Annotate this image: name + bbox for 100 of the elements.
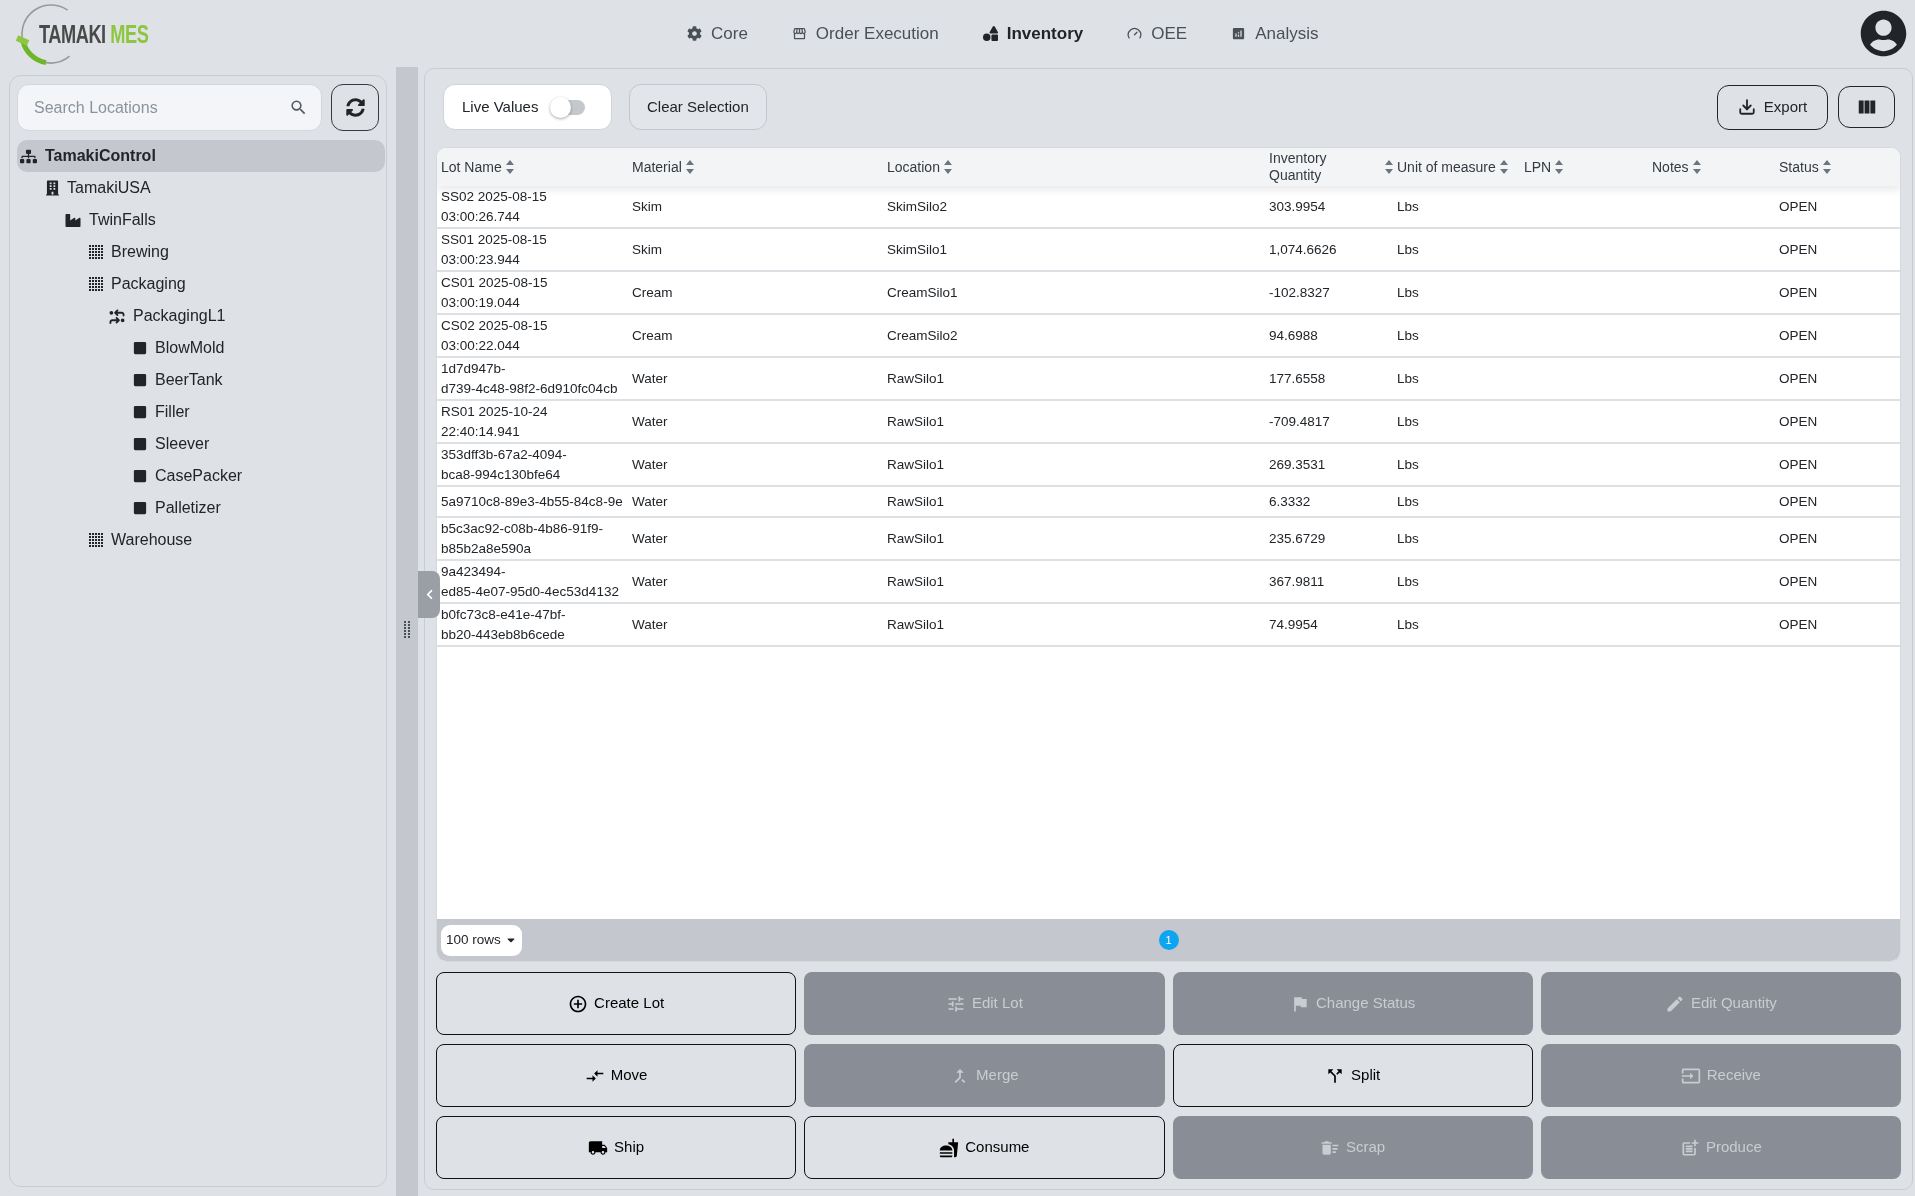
table-cell-text: 94.6988: [1268, 327, 1319, 345]
table-cell-text: Water: [631, 456, 669, 474]
table-cell-text: OPEN: [1778, 530, 1819, 548]
building-icon: [46, 180, 59, 196]
table-cell-text: Lbs: [1396, 573, 1420, 591]
table-cell-text: 367.9811: [1268, 573, 1326, 591]
table-cell-text: Water: [631, 530, 669, 548]
table-cell-text: b5c3ac92-c08b-4b86-91f9-b85b2a8e590a: [440, 520, 605, 558]
column-header[interactable]: LPN: [1524, 158, 1564, 176]
table-cell-text: OPEN: [1778, 327, 1819, 345]
tree-item[interactable]: Packaging: [17, 268, 385, 300]
tree-item[interactable]: PackagingL1: [17, 300, 385, 332]
action-button[interactable]: Ship: [436, 1116, 797, 1179]
table-cell-text: 5a9710c8-89e3-4b55-84c8-9e: [440, 493, 624, 511]
tree-item[interactable]: TamakiControl: [17, 140, 385, 172]
sort-icon: [505, 160, 514, 174]
tree-item[interactable]: BeerTank: [17, 364, 385, 396]
tree-item[interactable]: Filler: [17, 396, 385, 428]
table-cell-text: Water: [631, 616, 669, 634]
table-cell-text: RawSilo1: [886, 530, 946, 548]
nav-tab[interactable]: OEE: [1127, 20, 1188, 47]
sort-icon: [1385, 160, 1393, 174]
bar-chart-icon: [1231, 26, 1247, 41]
action-button[interactable]: Move: [436, 1044, 797, 1107]
table-cell-text: 177.6558: [1268, 370, 1327, 388]
export-button[interactable]: Export: [1717, 84, 1828, 130]
storefront-icon: [791, 26, 807, 41]
action-button[interactable]: Split: [1172, 1044, 1533, 1107]
dotted-grid-icon: [89, 533, 103, 547]
nav-tab[interactable]: Order Execution: [791, 20, 939, 47]
dotted-grid-icon: [89, 277, 103, 291]
search-icon: [289, 98, 308, 117]
sort-icon: [1499, 160, 1508, 174]
column-header[interactable]: Location: [887, 158, 952, 176]
table-cell-text: b0fc73c8-e41e-47bf-bb20-443eb8b6cede: [440, 606, 567, 644]
table-cell-text: OPEN: [1778, 493, 1819, 511]
fast-food-icon: [939, 1137, 960, 1158]
action-button[interactable]: Create Lot: [436, 972, 797, 1035]
tree-item[interactable]: Palletizer: [17, 492, 385, 524]
nav-tab[interactable]: Inventory: [982, 20, 1084, 47]
download-icon: [1737, 98, 1756, 116]
table-cell-text: OPEN: [1778, 456, 1819, 474]
tree-item[interactable]: Brewing: [17, 236, 385, 268]
column-header[interactable]: Inventory Quantity: [1269, 150, 1393, 184]
tree-item[interactable]: BlowMold: [17, 332, 385, 364]
column-header[interactable]: Status: [1779, 158, 1831, 176]
table-cell-text: OPEN: [1778, 573, 1819, 591]
collapse-tab[interactable]: [418, 571, 440, 618]
sitemap-icon: [20, 148, 37, 164]
table-cell-text: Skim: [631, 241, 663, 259]
factory-icon: [65, 212, 81, 228]
column-header[interactable]: Unit of measure: [1397, 158, 1508, 176]
nav-tab[interactable]: Core: [687, 20, 748, 47]
dotted-grid-icon: [89, 245, 103, 259]
shapes-icon: [982, 26, 998, 41]
table-cell-text: RawSilo1: [886, 456, 946, 474]
table-cell-text: Lbs: [1396, 284, 1420, 302]
tree-item[interactable]: TwinFalls: [17, 204, 385, 236]
tree-item[interactable]: TamakiUSA: [17, 172, 385, 204]
table-cell-text: Water: [631, 413, 669, 431]
table-cell-text: RawSilo1: [886, 413, 946, 431]
table-cell-text: Skim: [631, 198, 663, 216]
toggle-switch[interactable]: [551, 99, 586, 115]
table-cell-text: 269.3531: [1268, 456, 1327, 474]
sort-icon: [685, 160, 694, 174]
avatar-icon[interactable]: [1860, 10, 1907, 57]
refresh-icon: [345, 98, 365, 117]
column-header[interactable]: Material: [632, 158, 694, 176]
sort-icon: [943, 160, 952, 174]
drag-handle-icon[interactable]: [404, 621, 410, 638]
sort-icon: [1822, 160, 1831, 174]
table-cell-text: -102.8327: [1268, 284, 1331, 302]
table-cell-text: Lbs: [1396, 456, 1420, 474]
table-cell-text: OPEN: [1778, 616, 1819, 634]
clear-selection-button[interactable]: Clear Selection: [629, 84, 767, 130]
search-field[interactable]: Search Locations: [17, 84, 322, 131]
table-cell-text: RawSilo1: [886, 493, 946, 511]
table-cell-text: RawSilo1: [886, 370, 946, 388]
table-cell-text: Water: [631, 573, 669, 591]
table-cell-text: OPEN: [1778, 198, 1819, 216]
table-cell-text: Cream: [631, 327, 674, 345]
tree-item[interactable]: CasePacker: [17, 460, 385, 492]
table-cell-text: SS01 2025-08-15 03:00:23.944: [440, 231, 548, 269]
table-cell-text: 74.9954: [1268, 616, 1319, 634]
action-button[interactable]: Consume: [804, 1116, 1165, 1179]
table-cell-text: CreamSilo1: [886, 284, 959, 302]
columns-button[interactable]: [1838, 86, 1895, 128]
table-cell-text: 1,074.6626: [1268, 241, 1338, 259]
tree-item[interactable]: Warehouse: [17, 524, 385, 556]
table-cell-text: RS01 2025-10-24 22:40:14.941: [440, 403, 549, 441]
table-cell-text: Lbs: [1396, 198, 1420, 216]
nav-tab[interactable]: Analysis: [1231, 20, 1319, 47]
column-header[interactable]: Lot Name: [441, 158, 514, 176]
table-cell-text: CS02 2025-08-15 03:00:22.044: [440, 317, 549, 355]
table-cell-text: Lbs: [1396, 241, 1420, 259]
table-cell-text: OPEN: [1778, 284, 1819, 302]
column-header[interactable]: Notes: [1652, 158, 1701, 176]
refresh-button[interactable]: [331, 84, 379, 131]
rows-per-page-select[interactable]: 100 rows: [441, 924, 522, 956]
tree-item[interactable]: Sleever: [17, 428, 385, 460]
